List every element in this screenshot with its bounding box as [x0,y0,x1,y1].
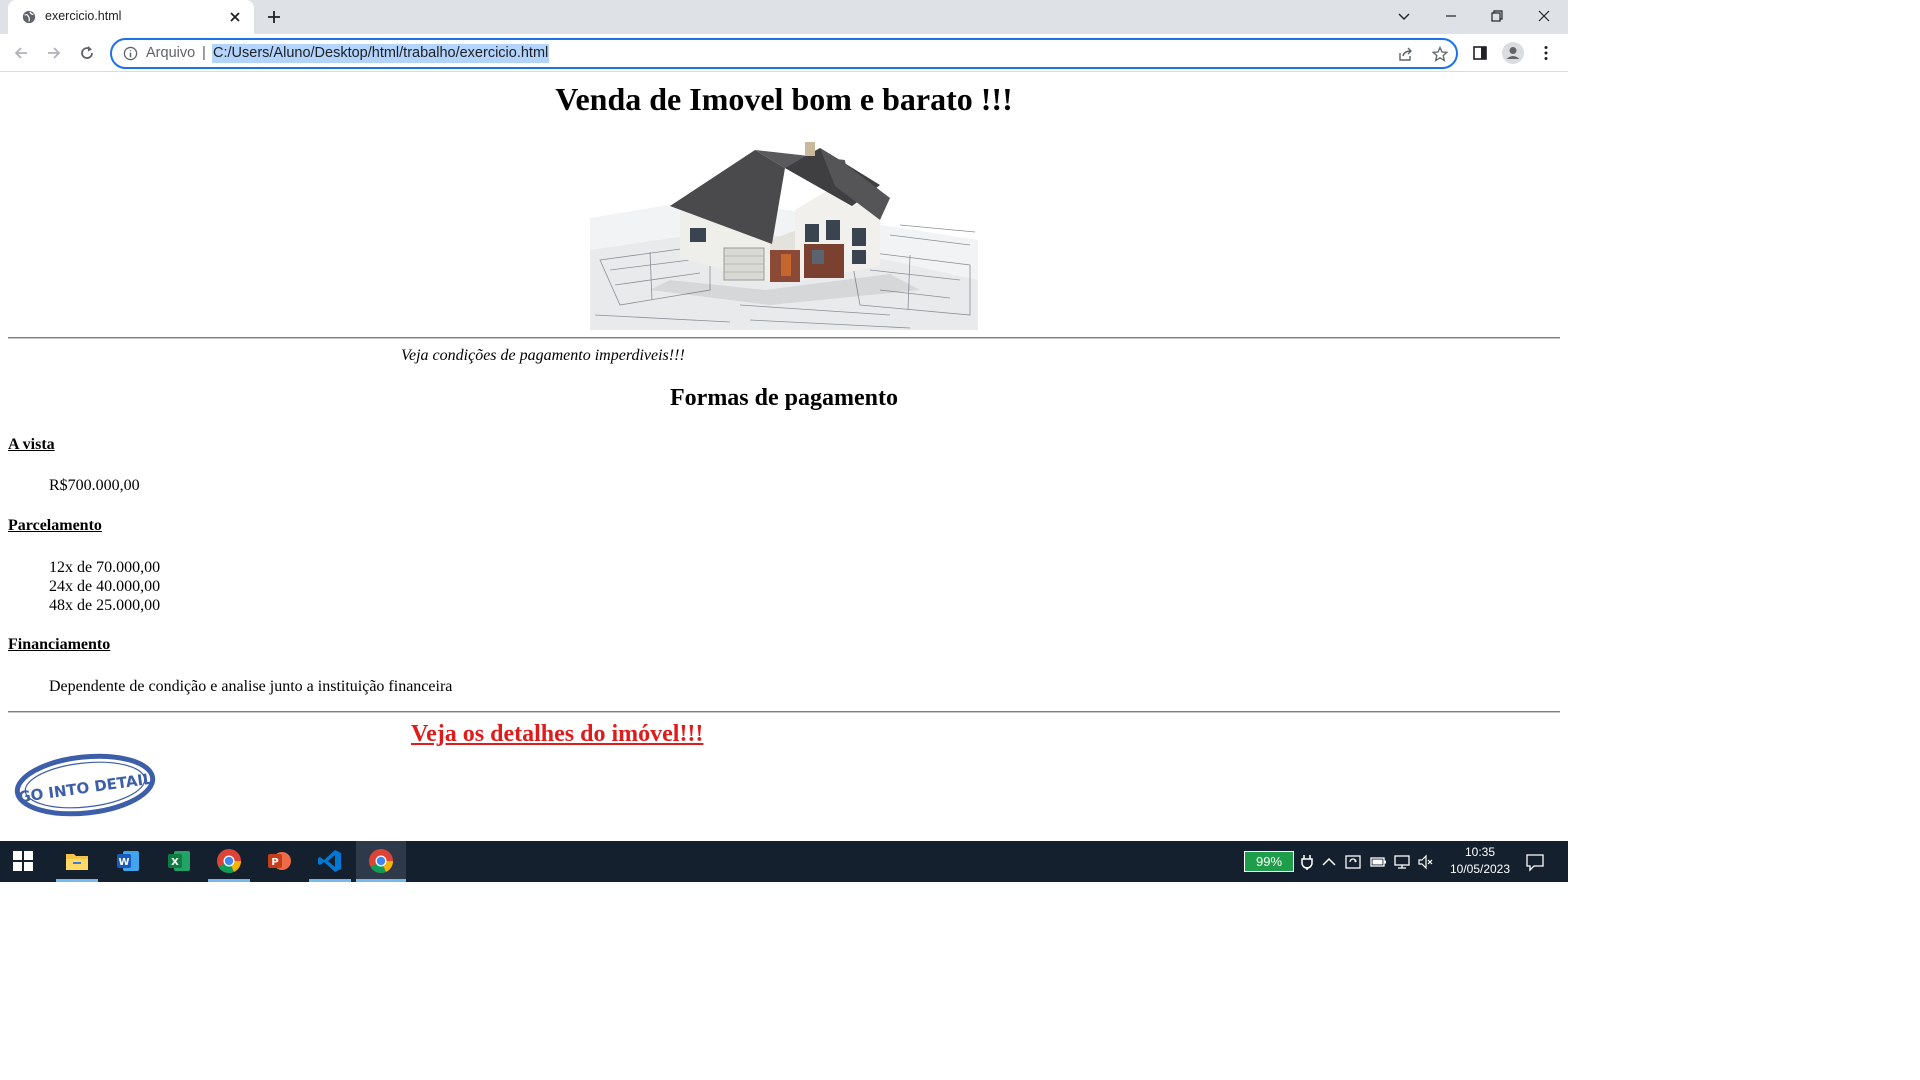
chevron-up-icon[interactable] [1320,853,1338,871]
excel-icon[interactable]: X [166,848,192,874]
sync-icon[interactable] [1344,853,1362,871]
page-content: Venda de Imovel bom e barato !!! Veja co… [0,73,1568,841]
clock-date: 10/05/2023 [1449,862,1511,876]
section-title-avista: A vista [8,436,55,453]
section-title-parcelamento: Parcelamento [8,517,102,534]
info-icon[interactable] [123,46,138,61]
browser-tab[interactable]: exercicio.html [8,0,254,34]
close-tab-icon[interactable] [228,10,242,24]
horizontal-rule-top [8,337,1560,339]
url-separator: | [202,44,206,61]
volume-muted-icon[interactable] [1417,853,1435,871]
installment-item: 12x de 70.000,00 [49,559,161,576]
share-icon[interactable] [1398,46,1414,62]
battery-icon[interactable] [1369,853,1387,871]
house-image [590,140,978,330]
url-scheme-label: Arquivo [146,45,196,61]
power-plug-icon [1301,855,1313,870]
details-link[interactable]: Veja os detalhes do imóvel!!! [411,721,703,748]
file-explorer-icon[interactable] [64,848,90,874]
forward-icon[interactable] [45,44,63,62]
explorer-active-indicator [56,879,98,882]
section-title-financiamento: Financiamento [8,636,111,653]
svg-text:X: X [171,857,179,868]
bookmark-star-icon[interactable] [1432,46,1448,62]
chrome-active-window-icon[interactable] [368,848,394,874]
battery-percentage[interactable]: 99% [1244,851,1294,872]
financiamento-text: Dependente de condição e analise junto a… [49,678,453,695]
windows-start-icon[interactable] [12,850,34,872]
clock-time: 10:35 [1464,845,1496,859]
chrome-active-indicator [208,879,250,882]
page-title: Venda de Imovel bom e barato !!! [555,81,1013,117]
menu-kebab-icon[interactable] [1537,44,1555,62]
system-clock[interactable]: 10:35 10/05/2023 [1440,844,1520,878]
avista-value: R$700.000,00 [49,477,140,494]
svg-text:W: W [118,857,129,868]
profile-avatar-icon[interactable] [1502,42,1524,64]
side-panel-icon[interactable] [1471,44,1489,62]
installment-item: 24x de 40.000,00 [49,578,161,595]
close-window-icon[interactable] [1536,8,1552,24]
globe-icon [22,10,36,24]
horizontal-rule-bottom [8,711,1560,713]
restore-icon[interactable] [1489,8,1505,24]
windows-taskbar: W X P 99% 10:35 10/05/2023 [0,841,1568,882]
word-icon[interactable]: W [115,848,141,874]
chrome-icon[interactable] [216,848,242,874]
payment-heading: Formas de pagamento [670,385,898,411]
network-icon[interactable] [1393,853,1411,871]
notification-center-icon[interactable] [1525,852,1545,872]
installment-item: 48x de 25.000,00 [49,597,161,614]
new-tab-icon[interactable] [266,9,282,25]
browser-toolbar: Arquivo | C:/Users/Aluno/Desktop/html/tr… [0,34,1568,72]
vscode-icon[interactable] [317,848,343,874]
tab-strip: exercicio.html [0,0,1568,34]
go-into-detail-stamp-image[interactable]: GO INTO DETAIL [14,753,156,817]
svg-text:P: P [271,857,278,868]
tab-search-chevron-icon[interactable] [1396,8,1412,24]
vscode-active-indicator [309,879,351,882]
back-icon[interactable] [12,44,30,62]
tab-title: exercicio.html [45,9,122,23]
minimize-icon[interactable] [1443,8,1459,24]
chrome-focus-indicator [356,879,406,882]
url-text[interactable]: C:/Users/Aluno/Desktop/html/trabalho/exe… [212,44,550,63]
address-bar[interactable]: Arquivo | C:/Users/Aluno/Desktop/html/tr… [110,38,1458,69]
reload-icon[interactable] [78,44,96,62]
promo-text: Veja condições de pagamento imperdiveis!… [401,347,685,364]
powerpoint-icon[interactable]: P [266,848,292,874]
